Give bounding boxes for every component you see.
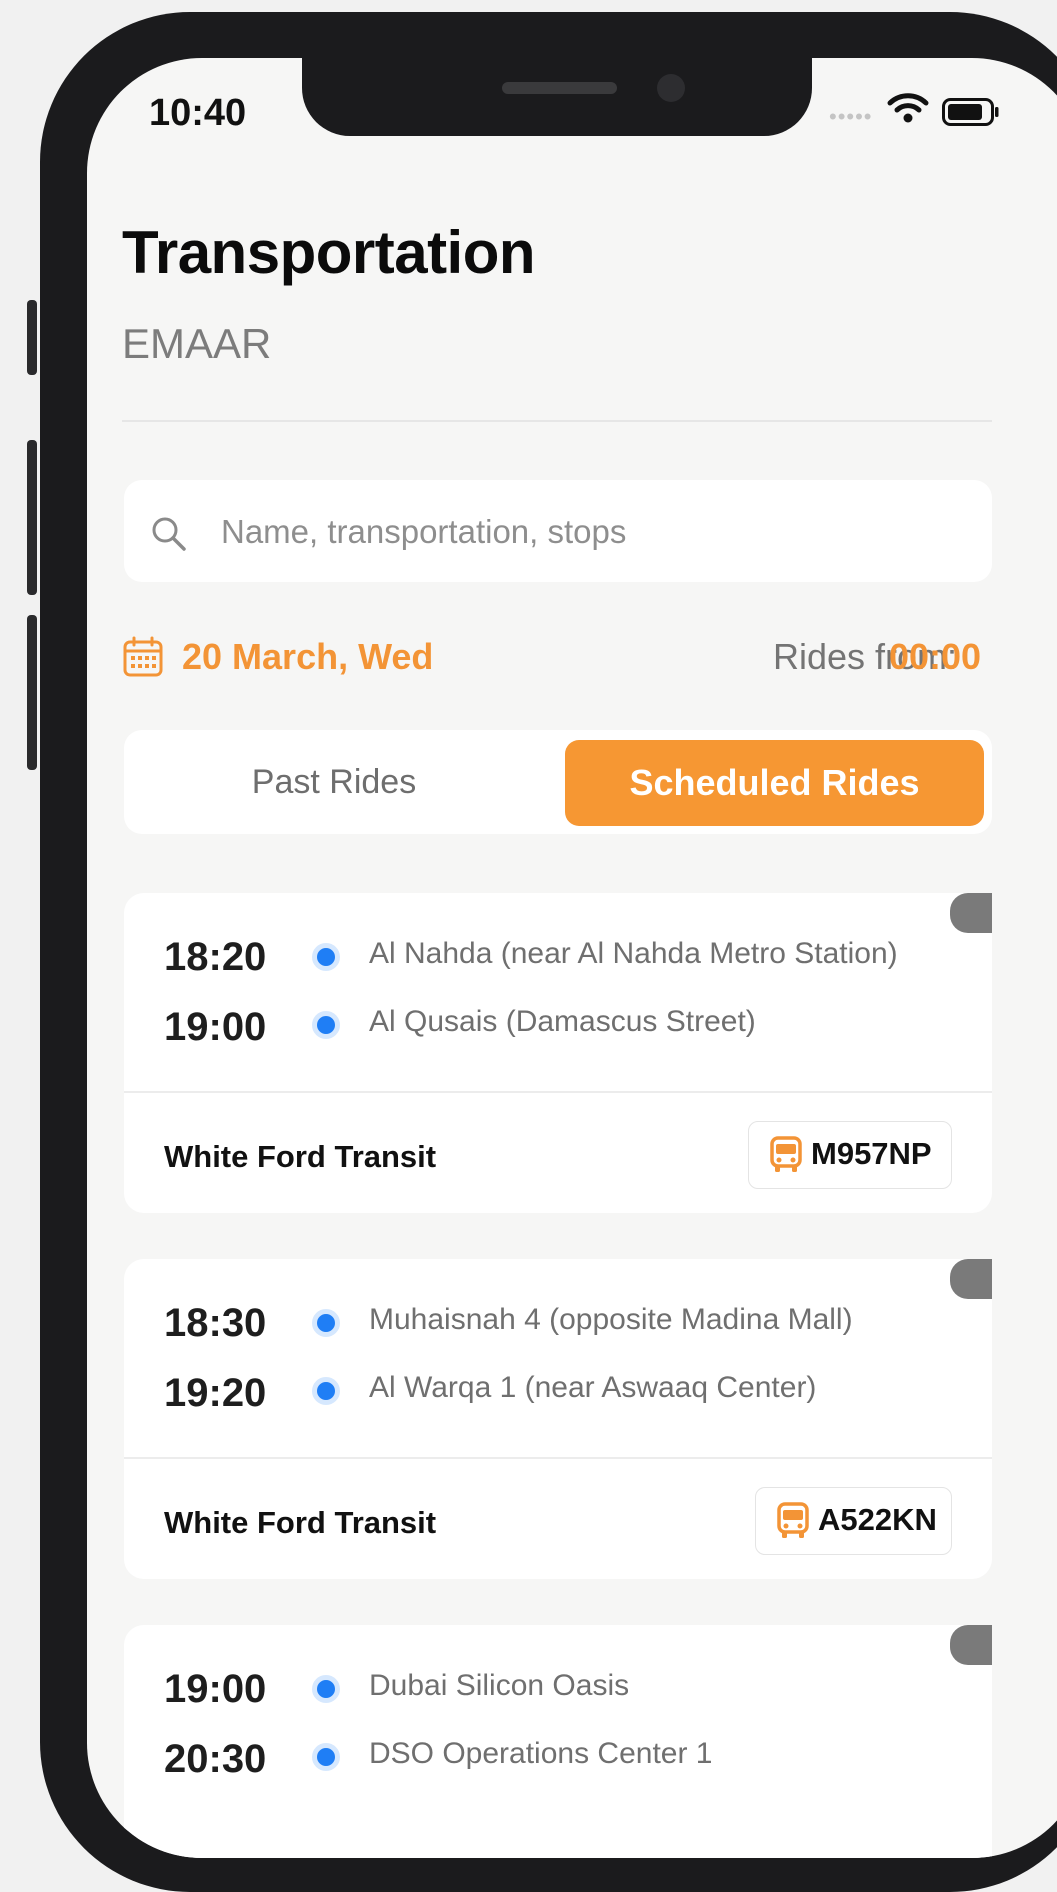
plate-number: M957NP: [811, 1136, 932, 1171]
date-selector[interactable]: 20 March, Wed: [182, 636, 433, 678]
card-corner-tag: [950, 1259, 992, 1299]
battery-icon: [942, 98, 999, 126]
notch: [302, 58, 812, 136]
stop-dot: [312, 1377, 340, 1405]
page-title: Transportation: [122, 219, 536, 286]
ride-card[interactable]: 18:30 Muhaisnah 4 (opposite Madina Mall)…: [124, 1259, 992, 1579]
front-camera: [657, 74, 685, 102]
volume-down-button: [27, 615, 37, 770]
tab-scheduled-rides[interactable]: Scheduled Rides: [565, 740, 984, 826]
search-icon: [152, 517, 186, 551]
signal-icon: •••••: [829, 104, 873, 129]
from-stop: Dubai Silicon Oasis: [369, 1669, 630, 1702]
volume-up-button: [27, 440, 37, 595]
bus-icon: [770, 1136, 802, 1172]
search-bar[interactable]: [124, 480, 992, 582]
speaker-grille: [502, 82, 617, 94]
to-stop: DSO Operations Center 1: [369, 1737, 713, 1770]
stop-dot: [312, 1011, 340, 1039]
plate-badge: M957NP: [748, 1121, 952, 1189]
header-divider: [122, 420, 992, 422]
to-stop: Al Qusais (Damascus Street): [369, 1005, 756, 1038]
tab-past-rides[interactable]: Past Rides: [124, 730, 544, 834]
to-stop: Al Warqa 1 (near Aswaaq Center): [369, 1371, 817, 1404]
ride-card[interactable]: 18:20 Al Nahda (near Al Nahda Metro Stat…: [124, 893, 992, 1213]
plate-number: A522KN: [818, 1502, 937, 1537]
wifi-icon: [887, 93, 929, 123]
stop-dot: [312, 1309, 340, 1337]
card-divider: [124, 1091, 992, 1093]
mute-switch: [27, 300, 37, 375]
stop-dot: [312, 1675, 340, 1703]
rides-from-time[interactable]: 00:00: [889, 636, 981, 678]
arrive-time: 19:00: [164, 1005, 267, 1049]
stop-dot: [312, 943, 340, 971]
arrive-time: 19:20: [164, 1371, 267, 1415]
from-stop: Al Nahda (near Al Nahda Metro Station): [369, 937, 898, 970]
vehicle-name: White Ford Transit: [164, 1505, 437, 1540]
bus-icon: [777, 1502, 809, 1538]
plate-badge: A522KN: [755, 1487, 952, 1555]
card-divider: [124, 1457, 992, 1459]
ride-tabs: Past Rides Scheduled Rides: [124, 730, 992, 834]
status-time: 10:40: [149, 92, 247, 134]
card-corner-tag: [950, 1625, 992, 1665]
search-input[interactable]: [219, 502, 963, 562]
from-stop: Muhaisnah 4 (opposite Madina Mall): [369, 1303, 853, 1336]
calendar-icon[interactable]: [122, 636, 164, 678]
arrive-time: 20:30: [164, 1737, 267, 1781]
card-corner-tag: [950, 893, 992, 933]
company-name: EMAAR: [122, 320, 272, 367]
app-screen: 10:40 ••••• Transportation EMAAR 20 Marc…: [87, 58, 1057, 1858]
vehicle-name: White Ford Transit: [164, 1139, 437, 1174]
depart-time: 18:20: [164, 935, 267, 979]
ride-card[interactable]: 19:00 Dubai Silicon Oasis 20:30 DSO Oper…: [124, 1625, 992, 1858]
depart-time: 18:30: [164, 1301, 267, 1345]
depart-time: 19:00: [164, 1667, 267, 1711]
stop-dot: [312, 1743, 340, 1771]
